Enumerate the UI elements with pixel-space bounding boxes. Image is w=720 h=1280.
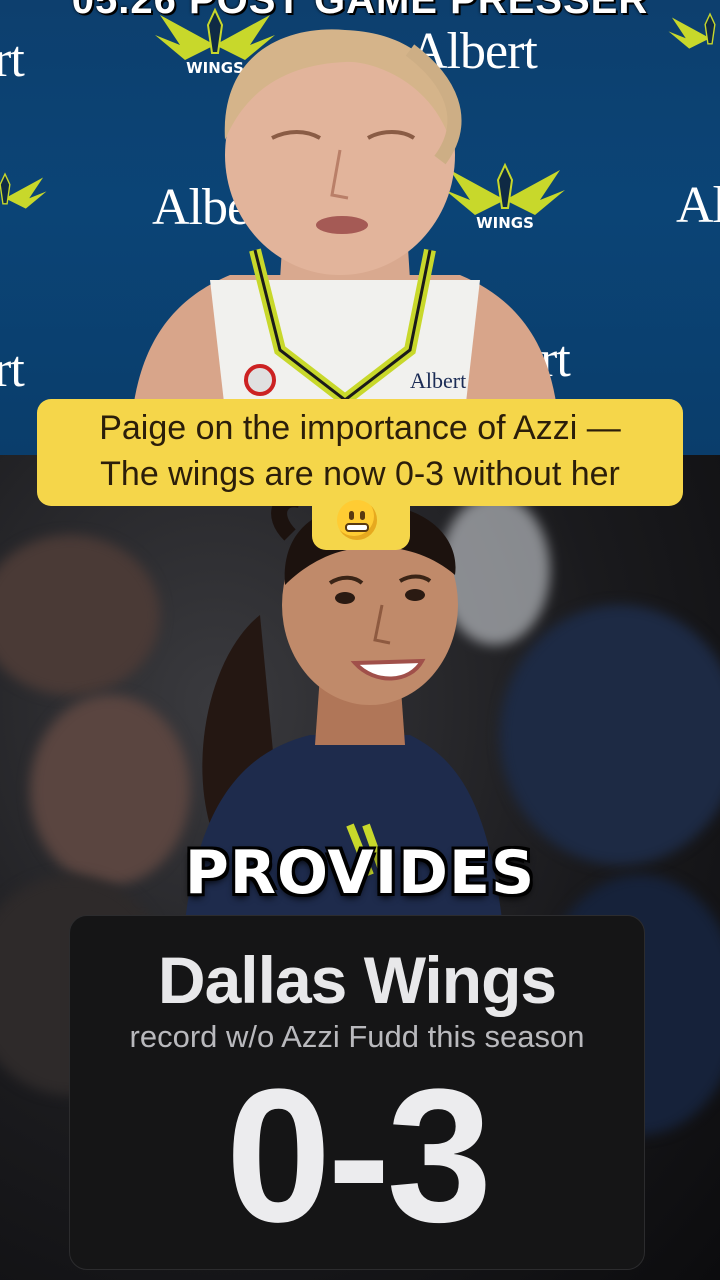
grimacing-face-icon (337, 500, 377, 540)
record-value: 0-3 (225, 1050, 493, 1262)
crowd-background (0, 535, 160, 695)
wings-logo-icon (668, 12, 716, 49)
caption-line-2: The wings are now 0-3 without her (100, 455, 620, 493)
wings-logo-icon (0, 172, 47, 209)
subtitle-word: PROVIDES (184, 838, 536, 908)
svg-text:Albert: Albert (410, 368, 466, 393)
crowd-background (500, 605, 720, 865)
record-stat-card: Dallas Wings record w/o Azzi Fudd this s… (69, 915, 645, 1270)
sponsor-text: rt (0, 341, 25, 398)
team-name: Dallas Wings (157, 943, 557, 1017)
sponsor-text: rt (0, 31, 25, 88)
press-conference-video: 05.26 POST GAME PRESSER rt Albert Albe A… (0, 0, 720, 455)
speaker-figure: Albert (130, 29, 560, 455)
caption-line-1: Paige on the importance of Azzi — (99, 409, 621, 447)
sponsor-text: Al (676, 177, 720, 234)
